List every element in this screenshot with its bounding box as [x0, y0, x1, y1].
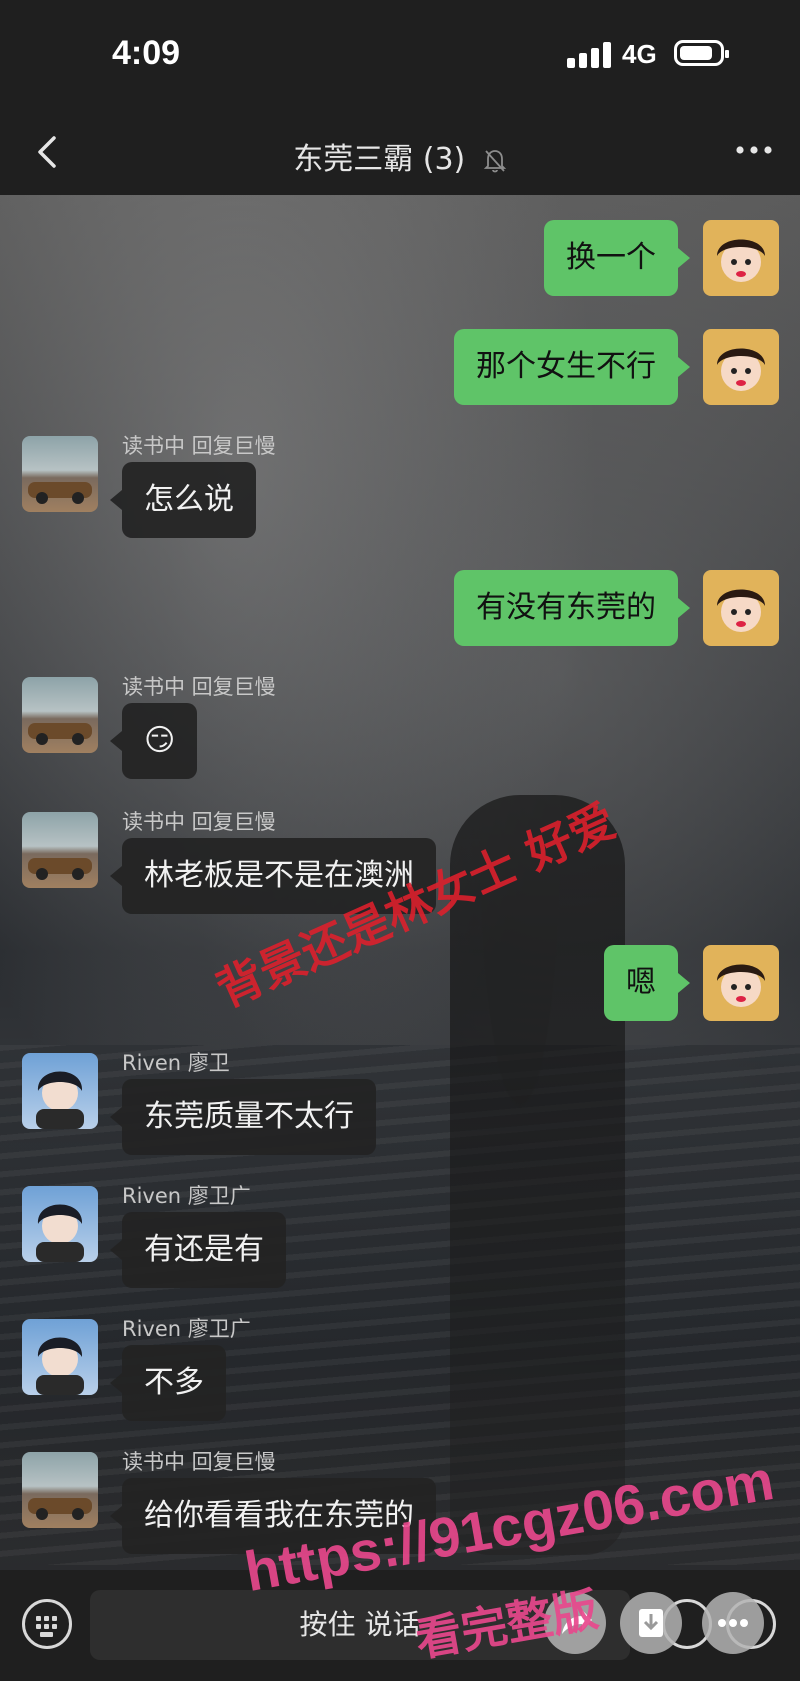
signal-icon [567, 42, 611, 68]
sender-name: 读书中 回复巨慢 [122, 810, 276, 834]
bubble-tail [678, 248, 690, 268]
keyboard-toggle-icon[interactable] [22, 1599, 72, 1649]
sender-name: 读书中 回复巨慢 [122, 675, 276, 699]
message-bubble-received[interactable]: 😏 [122, 703, 198, 779]
message-bubble-received[interactable]: 不多 [122, 1345, 226, 1421]
message-bubble-sent[interactable]: 那个女生不行 [454, 329, 678, 405]
bubble-tail [110, 866, 122, 886]
message-bubble-sent[interactable]: 嗯 [604, 945, 678, 1021]
my-avatar[interactable] [703, 220, 779, 296]
more-actions-icon[interactable] [702, 1592, 764, 1654]
chat-header: 东莞三霸 (3) [0, 110, 800, 195]
bubble-tail [110, 731, 122, 751]
bubble-tail [110, 1506, 122, 1526]
bubble-tail [678, 973, 690, 993]
status-time: 4:09 [112, 34, 181, 72]
message-bubble-sent[interactable]: 有没有东莞的 [454, 570, 678, 646]
chat-screen: 4:09 4G 东莞三霸 (3) 换一个 那个女生不行 读书中 回复巨慢 怎么说… [0, 0, 800, 1681]
save-download-icon[interactable] [620, 1592, 682, 1654]
contact-avatar[interactable] [22, 1053, 98, 1129]
mute-bell-icon [483, 149, 506, 172]
status-bar: 4:09 4G [0, 0, 800, 110]
contact-avatar[interactable] [22, 677, 98, 753]
chat-title-row: 东莞三霸 (3) [0, 134, 800, 178]
bubble-tail [678, 357, 690, 377]
my-avatar[interactable] [703, 329, 779, 405]
contact-avatar[interactable] [22, 812, 98, 888]
my-avatar[interactable] [703, 570, 779, 646]
contact-avatar[interactable] [22, 1186, 98, 1262]
battery-icon [674, 40, 729, 66]
contact-avatar[interactable] [22, 1319, 98, 1395]
contact-avatar[interactable] [22, 436, 98, 512]
message-bubble-received[interactable]: 有还是有 [122, 1212, 286, 1288]
message-bubble-received[interactable]: 怎么说 [122, 462, 256, 538]
bubble-tail [110, 1373, 122, 1393]
contact-avatar[interactable] [22, 1452, 98, 1528]
sender-name: 读书中 回复巨慢 [122, 1450, 276, 1474]
my-avatar[interactable] [703, 945, 779, 1021]
chat-title: 东莞三霸 (3) [293, 142, 466, 177]
chat-input-bar: 按住 说话 [0, 1570, 800, 1681]
more-options-icon[interactable] [734, 140, 774, 160]
message-bubble-received[interactable]: 东莞质量不太行 [122, 1079, 376, 1155]
bubble-tail [678, 598, 690, 618]
network-type: 4G [622, 39, 657, 69]
sender-name: Riven 廖卫广 [122, 1184, 251, 1208]
bubble-tail [110, 490, 122, 510]
sender-name: 读书中 回复巨慢 [122, 434, 276, 458]
sender-name: Riven 廖卫 [122, 1051, 230, 1075]
message-bubble-sent[interactable]: 换一个 [544, 220, 678, 296]
bubble-tail [110, 1240, 122, 1260]
sender-name: Riven 廖卫广 [122, 1317, 251, 1341]
bubble-tail [110, 1107, 122, 1127]
